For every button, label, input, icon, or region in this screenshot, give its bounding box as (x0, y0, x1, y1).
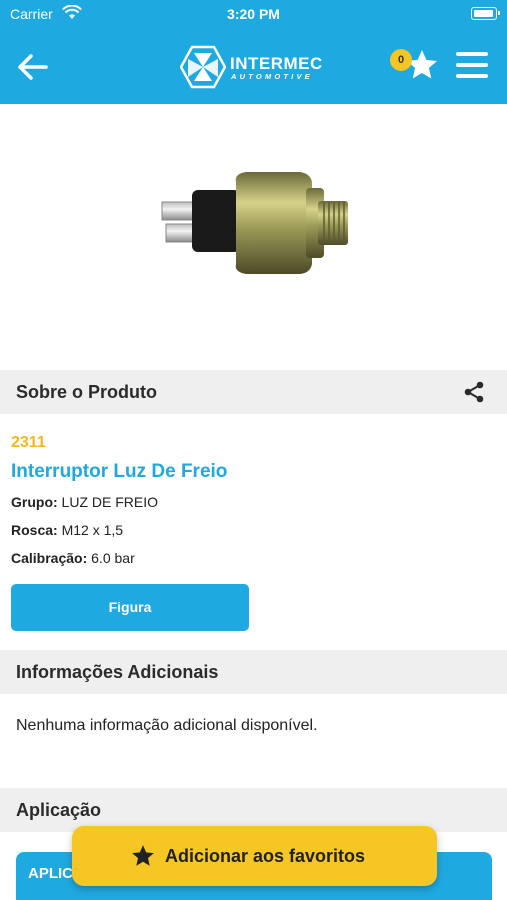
status-bar: Carrier 3:20 PM (0, 0, 507, 28)
menu-button[interactable] (456, 52, 490, 80)
menu-icon-bar (456, 52, 488, 56)
app-screen: Carrier 3:20 PM INTERMEC AUTOMOTIVE 0 So… (0, 0, 507, 900)
back-button[interactable] (14, 50, 52, 84)
spec-label: Calibração: (11, 550, 88, 566)
menu-icon-bar (456, 63, 488, 67)
about-section-title: Sobre o Produto (16, 382, 157, 402)
favorites-button[interactable]: 0 (390, 46, 442, 84)
logo-hexagon-icon (180, 45, 226, 89)
logo-brand-text: INTERMEC (230, 54, 323, 73)
star-icon (132, 845, 154, 866)
share-icon (464, 381, 484, 403)
spec-value: 6.0 bar (91, 550, 135, 566)
application-section-title: Aplicação (16, 800, 102, 820)
intermec-logo: INTERMEC AUTOMOTIVE (180, 45, 330, 89)
application-table-header-label: APLIC (28, 865, 73, 882)
battery-icon (471, 7, 500, 20)
spec-value: LUZ DE FREIO (61, 494, 159, 510)
favorites-count-badge: 0 (390, 49, 412, 71)
additional-section-header: Informações Adicionais (0, 650, 507, 694)
spec-row-calibracao: Calibração: 6.0 bar (11, 550, 135, 566)
logo-sub-text: AUTOMOTIVE (231, 72, 313, 81)
status-time: 3:20 PM (227, 6, 280, 22)
additional-info-text: Nenhuma informação adicional disponível. (16, 717, 318, 734)
add-to-favorites-button[interactable]: Adicionar aos favoritos (72, 826, 437, 886)
product-name: Interruptor Luz De Freio (11, 461, 228, 482)
share-button[interactable] (463, 381, 485, 403)
additional-section-title: Informações Adicionais (16, 662, 219, 682)
add-to-favorites-label: Adicionar aos favoritos (165, 846, 366, 866)
back-arrow-icon (18, 54, 48, 80)
spec-label: Rosca: (11, 522, 58, 538)
spec-row-grupo: Grupo: LUZ DE FREIO (11, 494, 158, 510)
pressure-switch-illustration (161, 172, 348, 274)
spec-value: M12 x 1,5 (61, 522, 124, 538)
product-image (0, 104, 507, 370)
product-code: 2311 (11, 434, 46, 451)
spec-label: Grupo: (11, 494, 58, 510)
menu-icon-bar (456, 74, 488, 78)
app-header: Carrier 3:20 PM INTERMEC AUTOMOTIVE 0 (0, 0, 507, 104)
figura-button[interactable]: Figura (11, 584, 249, 631)
about-section-header: Sobre o Produto (0, 370, 507, 414)
spec-row-rosca: Rosca: M12 x 1,5 (11, 522, 123, 538)
